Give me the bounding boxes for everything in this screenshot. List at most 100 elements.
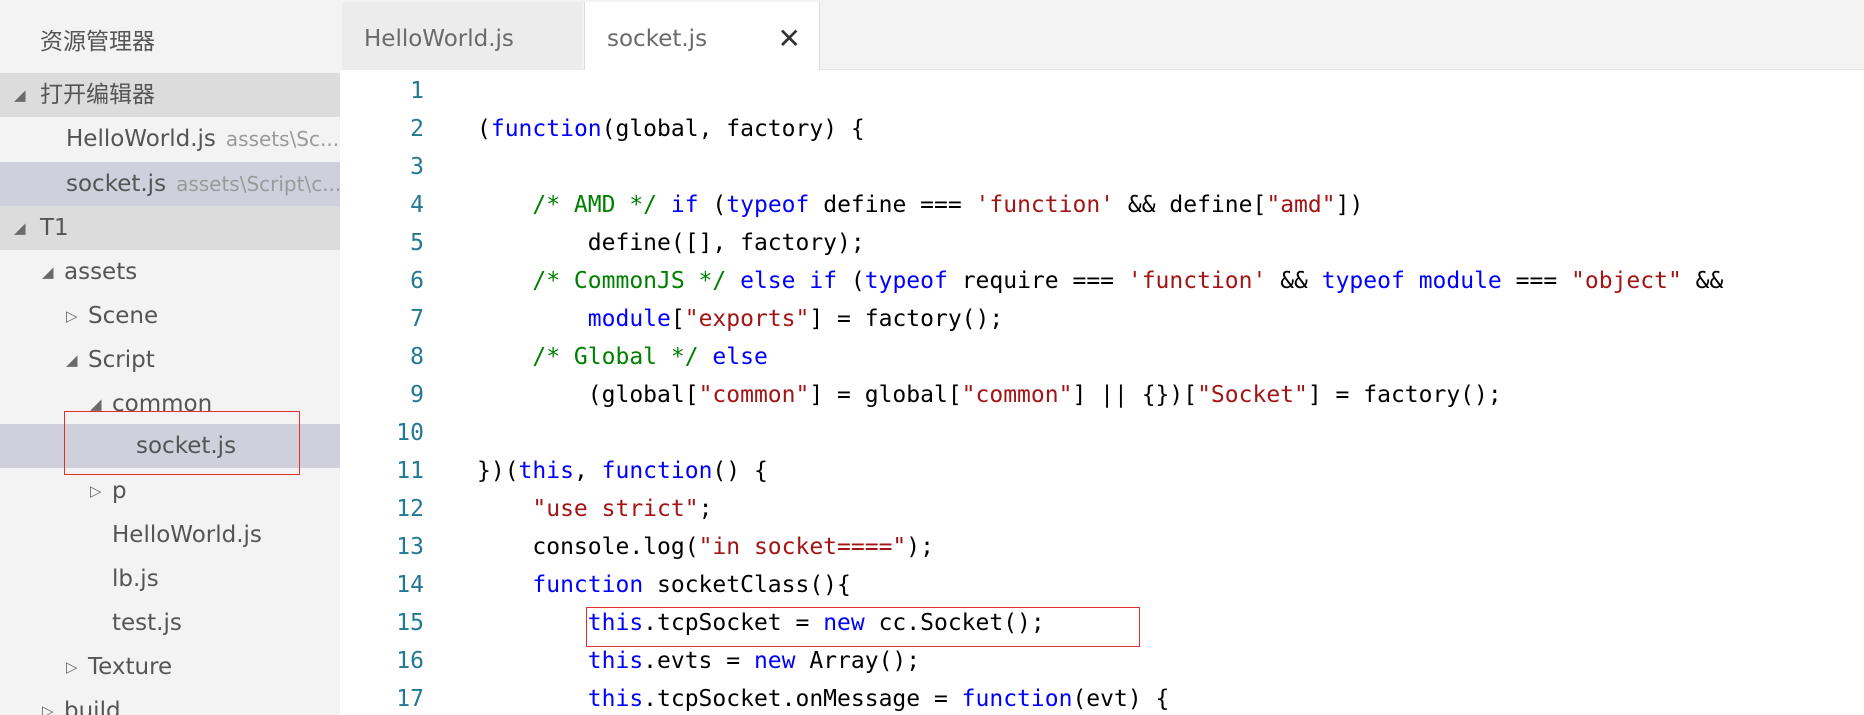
collapse-triangle-icon: ◢	[90, 395, 102, 413]
code-token: typeof	[726, 192, 810, 218]
tree-label: socket.js	[136, 433, 237, 459]
tab-label: socket.js	[607, 26, 708, 52]
tree-file-test[interactable]: test.js	[0, 601, 340, 645]
collapse-triangle-icon: ◢	[66, 351, 78, 369]
code-token: module	[587, 306, 671, 332]
code-token: () {	[712, 458, 768, 484]
code-token: "exports"	[684, 306, 810, 332]
code-text: })(this, function() {	[477, 452, 768, 490]
code-text: /* AMD */ if (typeof define === 'functio…	[477, 186, 1363, 224]
code-token: .tcpSocket.onMessage =	[643, 686, 962, 712]
code-token: (global, factory) {	[601, 116, 865, 142]
open-editor-item-socket[interactable]: socket.js assets\Script\c...	[0, 162, 340, 206]
code-token: typeof	[1321, 268, 1405, 294]
line-number: 17	[396, 686, 424, 712]
tree-label: Scene	[88, 303, 159, 329]
collapse-triangle-icon: ◢	[42, 263, 54, 281]
code-token: function	[961, 686, 1073, 712]
section-project[interactable]: ◢ T1	[0, 206, 340, 250]
tree-label: common	[112, 391, 213, 417]
code-token: new	[823, 610, 865, 636]
tree-folder-common[interactable]: ◢ common	[0, 382, 340, 426]
tree-folder-p[interactable]: ▷ p	[0, 469, 340, 513]
open-editor-item-helloworld[interactable]: HelloWorld.js assets\Sc...	[0, 117, 340, 161]
code-token: /* CommonJS */	[532, 268, 741, 294]
code-editor[interactable]: 1 2 (function(global, factory) {3 4 /* AMD …	[340, 70, 1864, 715]
code-text: (function(global, factory) {	[477, 110, 865, 148]
code-token: function	[532, 572, 644, 598]
code-text: this.tcpSocket = new cc.Socket();	[477, 604, 1045, 642]
code-text: this.tcpSocket.onMessage = function(evt)…	[477, 680, 1170, 715]
code-token: [	[670, 306, 685, 332]
line-number: 14	[396, 572, 424, 598]
tree-folder-build[interactable]: ▷ build	[0, 689, 340, 715]
code-token: socketClass(){	[643, 572, 851, 598]
code-token: "in socket===="	[698, 534, 907, 560]
line-number: 7	[410, 306, 424, 332]
code-token: /* Global */	[532, 344, 713, 370]
expand-triangle-icon: ▷	[90, 482, 102, 500]
tree-label: lb.js	[112, 566, 159, 592]
code-token: ] = global[	[809, 382, 962, 408]
code-token: && define[	[1114, 192, 1267, 218]
code-token: ;	[698, 496, 713, 522]
line-number: 13	[396, 534, 424, 560]
code-token: ,	[573, 458, 602, 484]
code-token: else if	[740, 268, 838, 294]
code-token: 'function'	[1127, 268, 1267, 294]
close-icon[interactable]: ✕	[778, 2, 801, 76]
code-token: "common"	[698, 382, 810, 408]
line-number: 12	[396, 496, 424, 522]
code-token: else	[712, 344, 768, 370]
line-number: 5	[410, 230, 424, 256]
code-token: "amd"	[1266, 192, 1336, 218]
code-text: module["exports"] = factory();	[477, 300, 1003, 338]
line-number: 6	[410, 268, 424, 294]
tab-helloworld[interactable]: HelloWorld.js	[342, 2, 582, 70]
code-text: (global["common"] = global["common"] || …	[477, 376, 1502, 414]
line-number: 3	[410, 154, 424, 180]
editor-tab-bar: HelloWorld.js socket.js ✕	[340, 0, 1864, 71]
line-number: 9	[410, 382, 424, 408]
code-token: })(	[477, 458, 519, 484]
open-editor-path: assets\Sc...	[225, 127, 340, 151]
section-open-editors[interactable]: ◢ 打开编辑器	[0, 73, 340, 117]
code-text: /* CommonJS */ else if ( typeof require =…	[477, 262, 1723, 300]
code-text: /* Global */ else	[477, 338, 768, 376]
tree-file-helloworld[interactable]: HelloWorld.js	[0, 513, 340, 557]
code-token: this	[587, 686, 644, 712]
tab-socket[interactable]: socket.js ✕	[584, 2, 820, 71]
expand-triangle-icon: ▷	[66, 658, 78, 676]
collapse-triangle-icon: ◢	[14, 219, 26, 237]
code-token: cc.Socket();	[864, 610, 1045, 636]
code-text: define([], factory);	[477, 224, 865, 262]
tree-file-socket[interactable]: socket.js	[0, 424, 340, 468]
line-number: 15	[396, 610, 424, 636]
code-token: Array();	[795, 648, 921, 674]
line-number: 11	[396, 458, 424, 484]
code-token: &&	[1681, 268, 1724, 294]
line-number: 16	[396, 648, 424, 674]
code-token: (global[	[477, 382, 699, 408]
expand-triangle-icon: ▷	[66, 307, 78, 325]
tree-folder-assets[interactable]: ◢ assets	[0, 250, 340, 294]
code-token: require ===	[947, 268, 1128, 294]
code-text: console.log("in socket====");	[477, 528, 934, 566]
tree-label: build	[64, 698, 121, 715]
open-editor-path: assets\Script\c...	[176, 172, 340, 196]
tree-folder-texture[interactable]: ▷ Texture	[0, 645, 340, 689]
tree-label: Script	[88, 347, 155, 373]
tree-file-lb[interactable]: lb.js	[0, 557, 340, 601]
code-token: define ===	[809, 192, 976, 218]
section-label: T1	[40, 215, 69, 241]
code-token: (	[837, 268, 865, 294]
code-token: this	[587, 648, 644, 674]
tree-folder-scene[interactable]: ▷ Scene	[0, 294, 340, 338]
tree-folder-script[interactable]: ◢ Script	[0, 338, 340, 382]
